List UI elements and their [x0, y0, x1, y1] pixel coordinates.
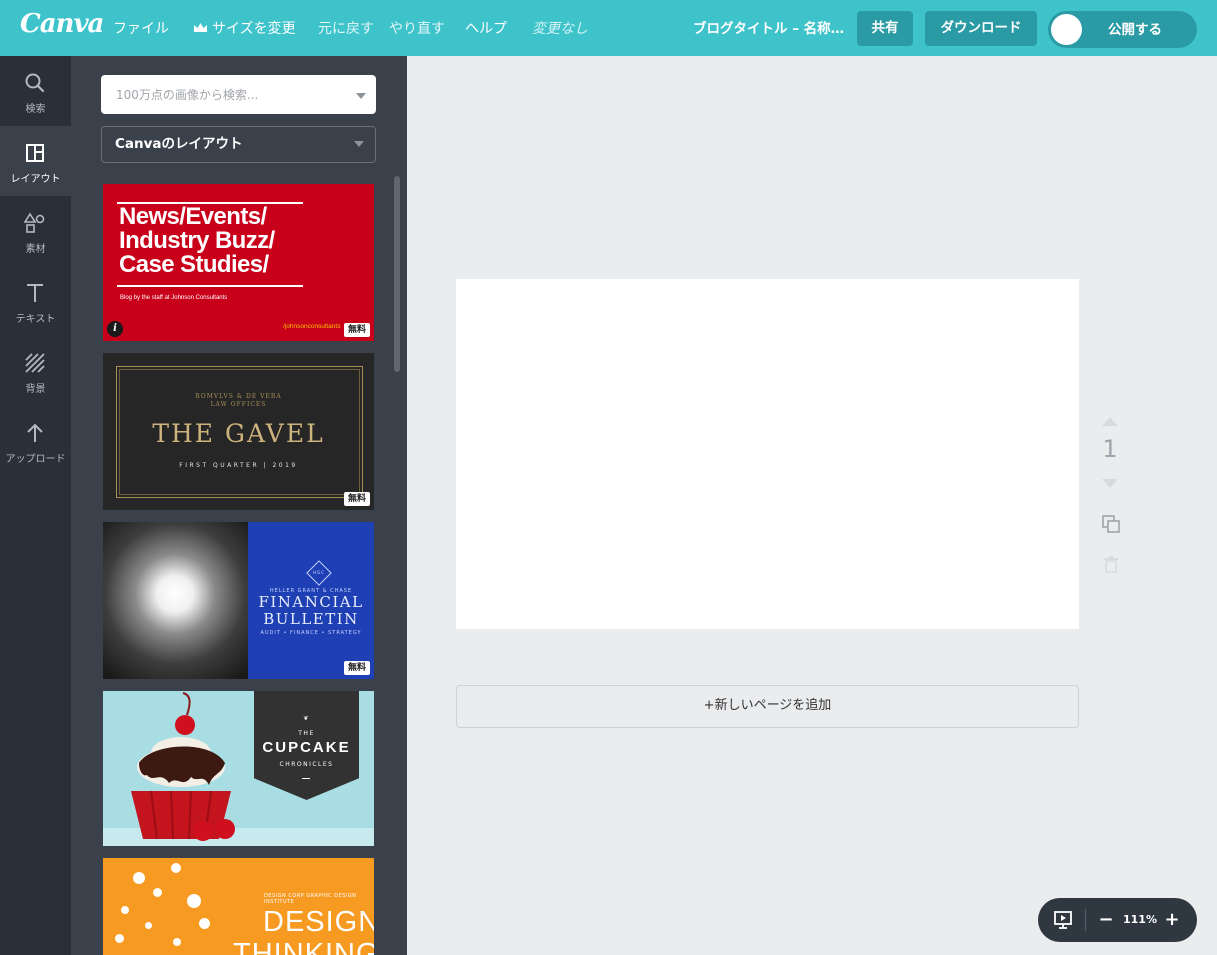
free-badge: 無料 — [343, 492, 370, 506]
menu-help[interactable]: ヘルプ — [465, 0, 507, 56]
rail-label-elements: 素材 — [25, 244, 46, 255]
page-number: 1 — [1102, 435, 1118, 463]
delete-page-icon[interactable] — [1103, 555, 1119, 573]
document-title[interactable]: ブログタイトル – 名称… — [693, 0, 844, 56]
duplicate-page-icon[interactable] — [1101, 514, 1121, 534]
template-financial-bulletin[interactable]: HGC HELLER GRANT & CHASE FINANCIAL BULLE… — [103, 522, 374, 679]
template-title: THE GAVEL — [152, 419, 325, 448]
publish-toggle[interactable]: 公開する — [1048, 11, 1197, 48]
undo-button[interactable]: 元に戻す — [318, 0, 374, 56]
template-tagline: AUDIT • FINANCE • STRATEGY — [260, 630, 362, 636]
headline-line-3: Case Studies/ — [119, 251, 269, 278]
zoom-divider — [1085, 909, 1086, 931]
share-button[interactable]: 共有 — [857, 11, 913, 46]
zoom-out-button[interactable]: − — [1096, 898, 1116, 942]
rule-bottom — [117, 285, 303, 287]
layout-icon — [26, 144, 44, 162]
headline-line-2: Industry Buzz/ — [119, 227, 275, 254]
top-bar: Canva ファイル サイズを変更 元に戻す やり直す ヘルプ 変更なし ブログ… — [0, 0, 1217, 56]
publish-label: 公開する — [1108, 22, 1162, 38]
banner-the: THE — [298, 730, 315, 737]
menu-resize[interactable]: サイズを変更 — [193, 0, 296, 56]
banner-dash — [302, 778, 310, 779]
menu-file[interactable]: ファイル — [113, 0, 169, 56]
firm-name: ROMVLVS & DE VERA — [195, 393, 282, 400]
page-down-arrow-icon[interactable] — [1102, 479, 1118, 488]
rail-item-background[interactable]: 背景 — [0, 336, 71, 406]
decor-dot — [199, 918, 210, 929]
template-quarter: FIRST QUARTER | 2019 — [179, 462, 298, 469]
cupcake-illustration — [131, 692, 235, 841]
headline-line-1: News/Events/ — [119, 203, 267, 230]
search-caret-icon[interactable] — [356, 93, 366, 99]
background-icon — [25, 353, 45, 373]
template-design-thinking[interactable]: DESIGN CORP GRAPHIC DESIGN INSTITUTE DES… — [103, 858, 374, 955]
add-page-button[interactable]: +新しいページを追加 — [456, 685, 1079, 728]
panel-scrollbar[interactable] — [394, 176, 400, 372]
search-icon — [25, 73, 45, 93]
rail-item-search[interactable]: 検索 — [0, 56, 71, 126]
save-status: 変更なし — [532, 21, 588, 37]
rail-item-layout[interactable]: レイアウト — [0, 126, 71, 196]
firm-sub: LAW OFFICES — [210, 401, 267, 408]
zoom-toolbar: − 111% + — [1038, 898, 1197, 942]
banner-sub: CHRONICLES — [279, 761, 334, 768]
banner-title: CUPCAKE — [262, 739, 351, 756]
crown-icon — [194, 23, 207, 32]
dropdown-label: Canvaのレイアウト — [115, 136, 243, 152]
design-page[interactable] — [456, 279, 1079, 629]
free-badge: 無料 — [343, 323, 370, 337]
page-up-arrow-icon[interactable] — [1102, 417, 1118, 426]
free-badge: 無料 — [343, 661, 370, 675]
rail-label-upload: アップロード — [5, 454, 66, 465]
decor-dot — [121, 906, 129, 914]
decor-dot — [133, 872, 145, 884]
rail-label-layout: レイアウト — [10, 174, 61, 185]
side-rail: 検索 レイアウト 素材 テキスト 背景 アップロード — [0, 56, 71, 955]
upload-icon — [27, 423, 43, 442]
title-line-1: DESIGN — [263, 906, 374, 938]
monogram: HGC — [313, 570, 325, 575]
layout-source-dropdown[interactable]: Canvaのレイアウト — [101, 126, 376, 163]
decor-dot — [145, 922, 152, 929]
decor-dot — [173, 938, 181, 946]
zoom-in-button[interactable]: + — [1162, 898, 1182, 942]
rail-label-search: 検索 — [25, 104, 46, 115]
template-the-gavel[interactable]: ROMVLVS & DE VERA LAW OFFICES THE GAVEL … — [103, 353, 374, 510]
template-firm: ROMVLVS & DE VERA LAW OFFICES — [103, 393, 374, 409]
rail-item-text[interactable]: テキスト — [0, 266, 71, 336]
template-subtitle: Blog by the staff at Johnson Consultants — [120, 295, 228, 301]
image-search-input[interactable] — [101, 75, 376, 114]
rail-item-elements[interactable]: 素材 — [0, 196, 71, 266]
template-headline: News/Events/ Industry Buzz/ Case Studies… — [119, 205, 369, 277]
template-tag: DESIGN CORP GRAPHIC DESIGN INSTITUTE — [264, 893, 357, 905]
canva-logo[interactable]: Canva — [20, 9, 104, 39]
chevron-down-icon — [354, 141, 364, 147]
zoom-level: 111% — [1123, 913, 1157, 926]
rail-label-text: テキスト — [15, 314, 56, 325]
rail-label-background: 背景 — [25, 384, 46, 395]
menu-resize-label: サイズを変更 — [212, 21, 296, 37]
building-photo — [103, 522, 248, 679]
decor-dot — [153, 888, 162, 897]
leaf-icon: ❦ — [303, 715, 310, 722]
layouts-panel: Canvaのレイアウト News/Events/ Industry Buzz/ … — [71, 56, 407, 955]
decor-dot — [115, 934, 124, 943]
text-icon — [27, 284, 43, 302]
redo-button[interactable]: やり直す — [389, 0, 445, 56]
rail-item-upload[interactable]: アップロード — [0, 406, 71, 476]
title-line-2: THINKING — [233, 938, 374, 955]
download-button[interactable]: ダウンロード — [925, 11, 1037, 46]
template-news-events[interactable]: News/Events/ Industry Buzz/ Case Studies… — [103, 184, 374, 341]
template-site: /johnsonconsultants — [283, 323, 341, 330]
template-cupcake-chronicles[interactable]: ❦ THE CUPCAKE CHRONICLES — [103, 691, 374, 846]
info-icon[interactable]: i — [107, 321, 123, 337]
decor-dot — [187, 894, 201, 908]
title-line-2: BULLETIN — [263, 610, 359, 628]
decor-dot — [171, 863, 181, 873]
present-icon[interactable] — [1053, 910, 1073, 930]
title-line-1: FINANCIAL — [258, 593, 364, 611]
toggle-knob — [1051, 14, 1082, 45]
elements-icon — [24, 212, 45, 233]
